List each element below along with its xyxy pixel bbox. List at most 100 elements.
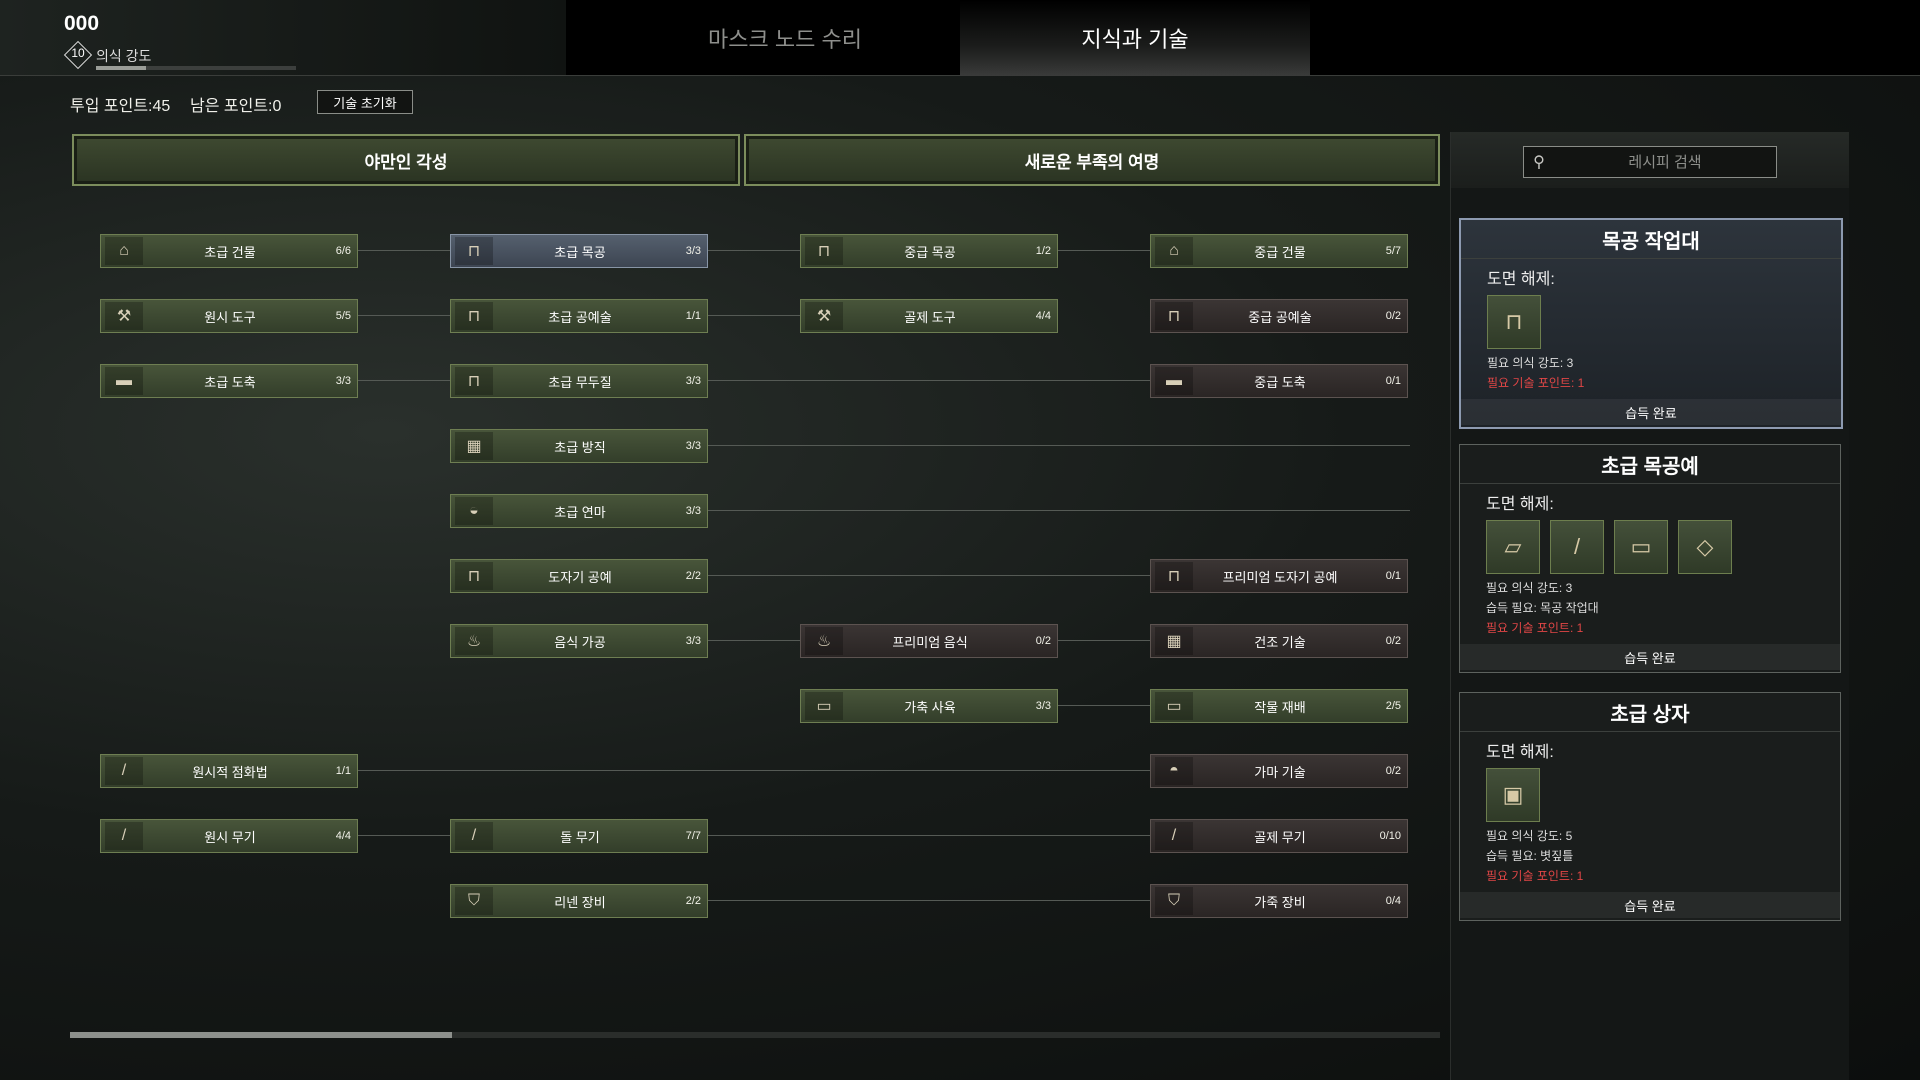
skill-node[interactable]: / 원시적 점화법 1/1 [100, 754, 358, 788]
skill-node[interactable]: / 원시 무기 4/4 [100, 819, 358, 853]
skill-node[interactable]: ⊓ 중급 목공 1/2 [800, 234, 1058, 268]
skill-link-line [1056, 705, 1150, 706]
recipe-card-basic-woodcraft[interactable]: 초급 목공예 도면 해제: ▱ / ▭ ◇ 필요 의식 강도: 3 습득 필요:… [1459, 444, 1841, 673]
skill-node-label: 초급 건물 [204, 244, 256, 260]
craft-table-icon: ⊓ [455, 302, 493, 330]
skill-node[interactable]: ⊓ 프리미엄 도자기 공예 0/1 [1150, 559, 1408, 593]
linen-armor-icon: ⛉ [455, 887, 493, 915]
skill-link-line [706, 835, 1150, 836]
wooden-crate-icon[interactable]: ▣ [1486, 768, 1540, 822]
workbench-icon[interactable]: ⊓ [1487, 295, 1541, 349]
category-new-tribe-dawn[interactable]: 새로운 부족의 여명 [744, 134, 1440, 186]
skill-node-count: 0/10 [1379, 830, 1401, 842]
leather-armor-icon: ⛉ [1155, 887, 1193, 915]
skill-node[interactable]: ⊓ 초급 무두질 3/3 [450, 364, 708, 398]
grindstone-icon: ◒ [455, 497, 493, 525]
skill-node[interactable]: ⊓ 초급 목공 3/3 [450, 234, 708, 268]
skill-node[interactable]: ▭ 작물 재배 2/5 [1150, 689, 1408, 723]
skill-node-label: 골제 무기 [1254, 829, 1306, 845]
skill-node-label: 초급 목공 [554, 244, 606, 260]
skill-node[interactable]: ⚒ 원시 도구 5/5 [100, 299, 358, 333]
skill-node-count: 5/7 [1385, 245, 1401, 257]
skill-node[interactable]: ⊓ 중급 공예술 0/2 [1150, 299, 1408, 333]
skill-node-count: 3/3 [335, 375, 351, 387]
required-level: 필요 의식 강도: 3 [1487, 356, 1574, 370]
wood-shield-icon[interactable]: ◇ [1678, 520, 1732, 574]
skill-link-line [1056, 250, 1150, 251]
skill-node-label: 원시 무기 [204, 829, 256, 845]
building-icon: ⌂ [1155, 237, 1193, 265]
skill-node[interactable]: ▦ 초급 방직 3/3 [450, 429, 708, 463]
pottery-wheel-icon: ⊓ [455, 562, 493, 590]
skill-node[interactable]: ⛉ 가죽 장비 0/4 [1150, 884, 1408, 918]
kiln-icon: ◓ [1155, 757, 1193, 785]
butcher-table-icon: ▬ [1155, 367, 1193, 395]
skill-node[interactable]: ⌂ 중급 건물 5/7 [1150, 234, 1408, 268]
skill-node[interactable]: ⊓ 도자기 공예 2/2 [450, 559, 708, 593]
cooking-pot-icon: ♨ [455, 627, 493, 655]
recipe-card-basic-crate[interactable]: 초급 상자 도면 해제: ▣ 필요 의식 강도: 5 습득 필요: 볏짚틀 필요… [1459, 692, 1841, 921]
skill-node[interactable]: / 골제 무기 0/10 [1150, 819, 1408, 853]
skill-node-count: 3/3 [685, 505, 701, 517]
tab-mask-node-repair[interactable]: 마스크 노드 수리 [662, 0, 908, 76]
skill-node-label: 중급 건물 [1254, 244, 1306, 260]
skill-node[interactable]: / 돌 무기 7/7 [450, 819, 708, 853]
recipe-card-woodworking-bench[interactable]: 목공 작업대 도면 해제: ⊓ 필요 의식 강도: 3 필요 기술 포인트: 1… [1459, 218, 1843, 429]
skill-node[interactable]: ♨ 프리미엄 음식 0/2 [800, 624, 1058, 658]
skill-node-label: 도자기 공예 [548, 569, 612, 585]
recipe-card-subtitle: 도면 해제: [1486, 744, 1554, 761]
reset-skills-button[interactable]: 기술 초기화 [317, 90, 413, 114]
skill-node-count: 1/2 [1035, 245, 1051, 257]
skill-node-count: 0/2 [1385, 635, 1401, 647]
tanning-rack-icon: ⊓ [455, 367, 493, 395]
wood-board-icon[interactable]: ▭ [1614, 520, 1668, 574]
skill-node-label: 작물 재배 [1254, 699, 1306, 715]
skill-node[interactable]: ▦ 건조 기술 0/2 [1150, 624, 1408, 658]
skill-node-label: 중급 도축 [1254, 374, 1306, 390]
skill-node[interactable]: ▭ 가축 사육 3/3 [800, 689, 1058, 723]
craft-table-icon: ⊓ [1155, 302, 1193, 330]
skill-link-line [706, 510, 1410, 511]
required-level: 필요 의식 강도: 5 [1486, 829, 1573, 843]
skill-node[interactable]: ⊓ 초급 공예술 1/1 [450, 299, 708, 333]
skill-node-count: 0/2 [1385, 310, 1401, 322]
skill-node-count: 5/5 [335, 310, 351, 322]
skill-node[interactable]: ◒ 초급 연마 3/3 [450, 494, 708, 528]
skill-node[interactable]: ♨ 음식 가공 3/3 [450, 624, 708, 658]
skill-node-label: 중급 공예술 [1248, 309, 1312, 325]
skill-node[interactable]: ⌂ 초급 건물 6/6 [100, 234, 358, 268]
skill-node-label: 원시적 점화법 [192, 764, 268, 780]
skill-node[interactable]: ⛉ 리넨 장비 2/2 [450, 884, 708, 918]
skill-node-count: 2/2 [685, 895, 701, 907]
skill-node-label: 리넨 장비 [554, 894, 606, 910]
skill-tree: ⌂ 초급 건물 6/6 ⚒ 원시 도구 5/5 ▬ 초급 도축 3/3 / 원시적 점화법 1/1 / 원… [70, 220, 1440, 940]
skill-node-count: 3/3 [685, 375, 701, 387]
drying-rack-icon: ▦ [1155, 627, 1193, 655]
recipe-search-input[interactable] [1554, 152, 1776, 172]
skill-node-count: 7/7 [685, 830, 701, 842]
skill-link-line [706, 640, 800, 641]
skill-node-label: 가마 기술 [1254, 764, 1306, 780]
required-learn: 습득 필요: 볏짚틀 [1486, 849, 1574, 863]
required-points: 필요 기술 포인트: 1 [1486, 869, 1584, 883]
recipe-search-box[interactable]: ⚲ [1523, 146, 1777, 178]
wood-plank-icon[interactable]: ▱ [1486, 520, 1540, 574]
level-progress-fill [96, 66, 146, 70]
category-barbarian-awakening[interactable]: 야만인 각성 [72, 134, 740, 186]
scrollbar-thumb[interactable] [70, 1032, 452, 1038]
skill-node-count: 3/3 [685, 245, 701, 257]
skill-node-count: 0/1 [1385, 375, 1401, 387]
skill-node[interactable]: ▬ 중급 도축 0/1 [1150, 364, 1408, 398]
pickaxe-icon: ⚒ [805, 302, 843, 330]
skill-node-count: 1/1 [335, 765, 351, 777]
recipe-panel: ⚲ 목공 작업대 도면 해제: ⊓ 필요 의식 강도: 3 필요 기술 포인트:… [1450, 132, 1849, 1080]
wooden-stick-icon[interactable]: / [1550, 520, 1604, 574]
required-points: 필요 기술 포인트: 1 [1486, 621, 1584, 635]
horizontal-scrollbar[interactable] [70, 1032, 1440, 1038]
tab-knowledge-skills[interactable]: 지식과 기술 [960, 0, 1310, 76]
recipe-card-subtitle: 도면 해제: [1486, 496, 1554, 513]
recipe-card-title: 목공 작업대 [1461, 220, 1841, 259]
skill-node[interactable]: ▬ 초급 도축 3/3 [100, 364, 358, 398]
skill-node[interactable]: ⚒ 골제 도구 4/4 [800, 299, 1058, 333]
skill-node[interactable]: ◓ 가마 기술 0/2 [1150, 754, 1408, 788]
